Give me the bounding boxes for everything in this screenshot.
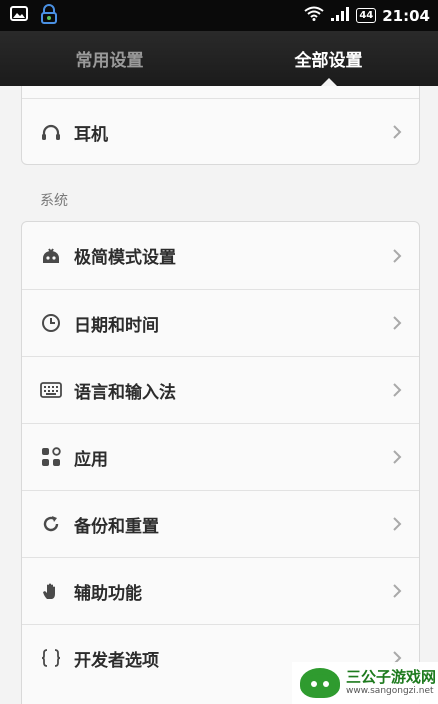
tab-label: 常用设置 xyxy=(75,51,144,71)
battery-icon: 44 xyxy=(356,8,377,23)
tab-label: 全部设置 xyxy=(294,51,363,71)
clock-icon xyxy=(40,312,62,334)
settings-item-label: 日期和时间 xyxy=(74,315,159,336)
settings-item-label: 辅助功能 xyxy=(74,583,142,604)
settings-item-simple-mode[interactable]: 极简模式设置 xyxy=(22,222,419,289)
watermark-logo-icon xyxy=(300,668,340,698)
section-title-system: 系统 xyxy=(40,193,68,209)
chevron-right-icon xyxy=(393,248,402,263)
apps-icon xyxy=(40,446,62,468)
hand-icon xyxy=(40,580,62,602)
settings-item-label: 开发者选项 xyxy=(74,650,159,671)
settings-item-label: 极简模式设置 xyxy=(74,248,176,268)
settings-item-label: 语言和输入法 xyxy=(74,382,176,403)
clock-time: 21:04 xyxy=(382,6,430,25)
tab-bar: 常用设置 全部设置 xyxy=(0,31,438,86)
status-bar: 44 21:04 xyxy=(0,0,438,31)
settings-item-label: 应用 xyxy=(74,449,108,470)
card-system: 极简模式设置 日期和时间 语言和输入法 应用 备份和重置 辅助功能 开发者选项 xyxy=(21,221,420,704)
battery-level: 44 xyxy=(359,9,374,21)
watermark-url: www.sangongzi.net xyxy=(346,686,434,696)
watermark: 三公子游戏网 www.sangongzi.net xyxy=(292,662,438,704)
chevron-right-icon xyxy=(393,517,402,531)
chevron-right-icon xyxy=(393,316,402,330)
chevron-right-icon xyxy=(393,125,402,139)
settings-item-language-input[interactable]: 语言和输入法 xyxy=(22,356,419,423)
tab-common-settings[interactable]: 常用设置 xyxy=(0,31,219,86)
image-notification-icon xyxy=(10,6,28,25)
settings-item-label: 备份和重置 xyxy=(74,516,159,537)
chevron-right-icon xyxy=(393,383,402,397)
lock-app-icon xyxy=(40,3,58,28)
settings-list[interactable]: 耳机 系统 极简模式设置 日期和时间 语言和输入法 应用 备份和重置 辅助功能 … xyxy=(0,86,438,704)
watermark-title: 三公子游戏网 xyxy=(346,668,437,686)
signal-icon xyxy=(330,6,350,25)
wifi-icon xyxy=(304,6,324,25)
settings-item-earphone[interactable]: 耳机 xyxy=(22,98,419,164)
simple-mode-icon xyxy=(40,245,62,267)
settings-item-accessibility[interactable]: 辅助功能 xyxy=(22,557,419,624)
chevron-right-icon xyxy=(393,450,402,464)
chevron-right-icon xyxy=(393,584,402,598)
headphones-icon xyxy=(40,121,62,143)
braces-icon xyxy=(40,647,62,669)
settings-item-label: 耳机 xyxy=(74,124,108,145)
settings-item-apps[interactable]: 应用 xyxy=(22,423,419,490)
settings-item-backup-reset[interactable]: 备份和重置 xyxy=(22,490,419,557)
active-tab-indicator xyxy=(320,78,337,86)
backup-icon xyxy=(40,513,62,535)
tab-all-settings[interactable]: 全部设置 xyxy=(219,31,438,86)
card-previous: 耳机 xyxy=(21,86,420,165)
keyboard-icon xyxy=(40,379,62,401)
settings-item-date-time[interactable]: 日期和时间 xyxy=(22,289,419,356)
